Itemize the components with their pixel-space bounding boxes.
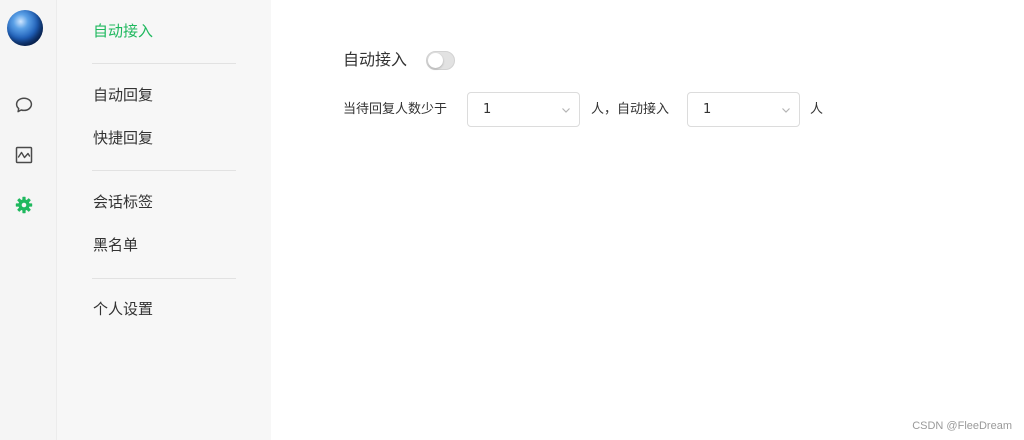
threshold-select-value: 1 bbox=[483, 102, 492, 117]
gear-icon[interactable] bbox=[14, 195, 34, 215]
menu-item-blacklist[interactable]: 黑名单 bbox=[93, 234, 138, 256]
avatar[interactable] bbox=[7, 10, 43, 46]
accept-count-select[interactable]: 1 bbox=[687, 92, 800, 127]
toggle-knob bbox=[428, 53, 443, 68]
menu-divider bbox=[92, 278, 236, 279]
settings-menu: 自动接入 自动回复 快捷回复 会话标签 黑名单 个人设置 bbox=[57, 0, 271, 440]
menu-divider bbox=[92, 170, 236, 171]
threshold-select[interactable]: 1 bbox=[467, 92, 580, 127]
condition-middle-text: 人，自动接入 bbox=[591, 102, 670, 117]
condition-suffix-text: 人 bbox=[810, 102, 824, 117]
icon-rail bbox=[0, 0, 57, 440]
chevron-down-icon bbox=[562, 108, 570, 113]
menu-item-auto-accept[interactable]: 自动接入 bbox=[93, 20, 153, 42]
menu-item-quick-reply[interactable]: 快捷回复 bbox=[93, 127, 153, 149]
menu-item-auto-reply[interactable]: 自动回复 bbox=[93, 84, 153, 106]
chat-bubble-icon[interactable] bbox=[14, 95, 34, 115]
menu-item-personal-settings[interactable]: 个人设置 bbox=[93, 298, 153, 320]
auto-accept-label: 自动接入 bbox=[343, 50, 408, 69]
condition-prefix-text: 当待回复人数少于 bbox=[343, 102, 448, 117]
chevron-down-icon bbox=[782, 108, 790, 113]
chart-icon[interactable] bbox=[14, 145, 34, 165]
auto-accept-toggle[interactable] bbox=[426, 51, 455, 70]
menu-item-session-tags[interactable]: 会话标签 bbox=[93, 191, 153, 213]
accept-count-select-value: 1 bbox=[703, 102, 712, 117]
menu-divider bbox=[92, 63, 236, 64]
watermark: CSDN @FleeDream bbox=[912, 420, 1012, 432]
settings-content: 自动接入 当待回复人数少于 1 人，自动接入 1 人 bbox=[271, 0, 1024, 440]
